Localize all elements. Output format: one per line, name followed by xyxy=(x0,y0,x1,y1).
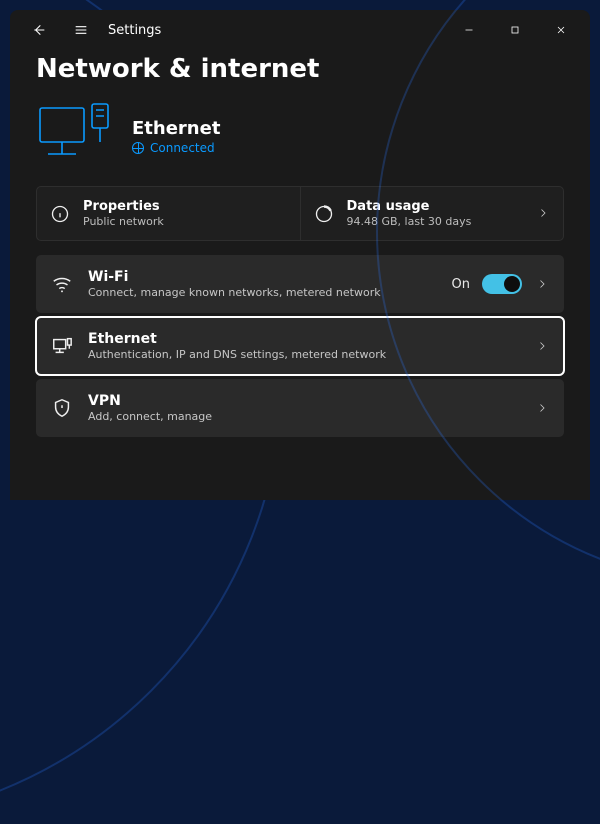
properties-title: Properties xyxy=(83,199,164,214)
chevron-right-icon xyxy=(534,399,550,418)
close-button[interactable] xyxy=(538,14,584,46)
page-title: Network & internet xyxy=(36,54,564,84)
hero-status: Connected xyxy=(132,141,220,155)
ethernet-hero-icon xyxy=(36,98,114,174)
app-title: Settings xyxy=(108,23,161,38)
wifi-title: Wi-Fi xyxy=(88,269,381,285)
ethernet-title: Ethernet xyxy=(88,331,386,347)
hamburger-icon xyxy=(73,22,89,38)
data-usage-title: Data usage xyxy=(347,199,472,214)
ethernet-row[interactable]: Ethernet Authentication, IP and DNS sett… xyxy=(36,317,564,375)
data-usage-tile[interactable]: Data usage 94.48 GB, last 30 days xyxy=(300,187,564,240)
summary-tiles: Properties Public network Data usage 94.… xyxy=(36,186,564,241)
data-usage-sub: 94.48 GB, last 30 days xyxy=(347,215,472,228)
minimize-button[interactable] xyxy=(446,14,492,46)
wifi-toggle[interactable] xyxy=(482,274,522,294)
minimize-icon xyxy=(463,24,475,36)
globe-icon xyxy=(132,142,144,154)
vpn-sub: Add, connect, manage xyxy=(88,410,212,423)
properties-sub: Public network xyxy=(83,215,164,228)
settings-list: Wi-Fi Connect, manage known networks, me… xyxy=(36,255,564,437)
chevron-right-icon xyxy=(534,275,550,294)
connection-hero: Ethernet Connected xyxy=(36,98,564,174)
arrow-left-icon xyxy=(31,22,47,38)
vpn-title: VPN xyxy=(88,393,212,409)
hero-status-label: Connected xyxy=(150,141,215,155)
close-icon xyxy=(555,24,567,36)
back-button[interactable] xyxy=(18,14,60,46)
menu-button[interactable] xyxy=(60,14,102,46)
wifi-sub: Connect, manage known networks, metered … xyxy=(88,286,381,299)
maximize-button[interactable] xyxy=(492,14,538,46)
shield-icon xyxy=(50,397,74,419)
ethernet-icon xyxy=(50,335,74,357)
title-bar: Settings xyxy=(10,10,590,50)
hero-heading: Ethernet xyxy=(132,118,220,139)
data-usage-icon xyxy=(313,204,335,224)
chevron-right-icon xyxy=(534,337,550,356)
properties-tile[interactable]: Properties Public network xyxy=(37,187,300,240)
wifi-icon xyxy=(50,273,74,295)
vpn-row[interactable]: VPN Add, connect, manage xyxy=(36,379,564,437)
info-icon xyxy=(49,204,71,224)
chevron-right-icon xyxy=(535,204,551,223)
window-controls xyxy=(446,14,584,46)
content-area: Network & internet Ethernet Connected xyxy=(10,50,590,500)
wifi-state-label: On xyxy=(452,277,470,292)
wifi-row[interactable]: Wi-Fi Connect, manage known networks, me… xyxy=(36,255,564,313)
ethernet-sub: Authentication, IP and DNS settings, met… xyxy=(88,348,386,361)
maximize-icon xyxy=(509,24,521,36)
settings-window: Settings Network & internet xyxy=(10,10,590,500)
